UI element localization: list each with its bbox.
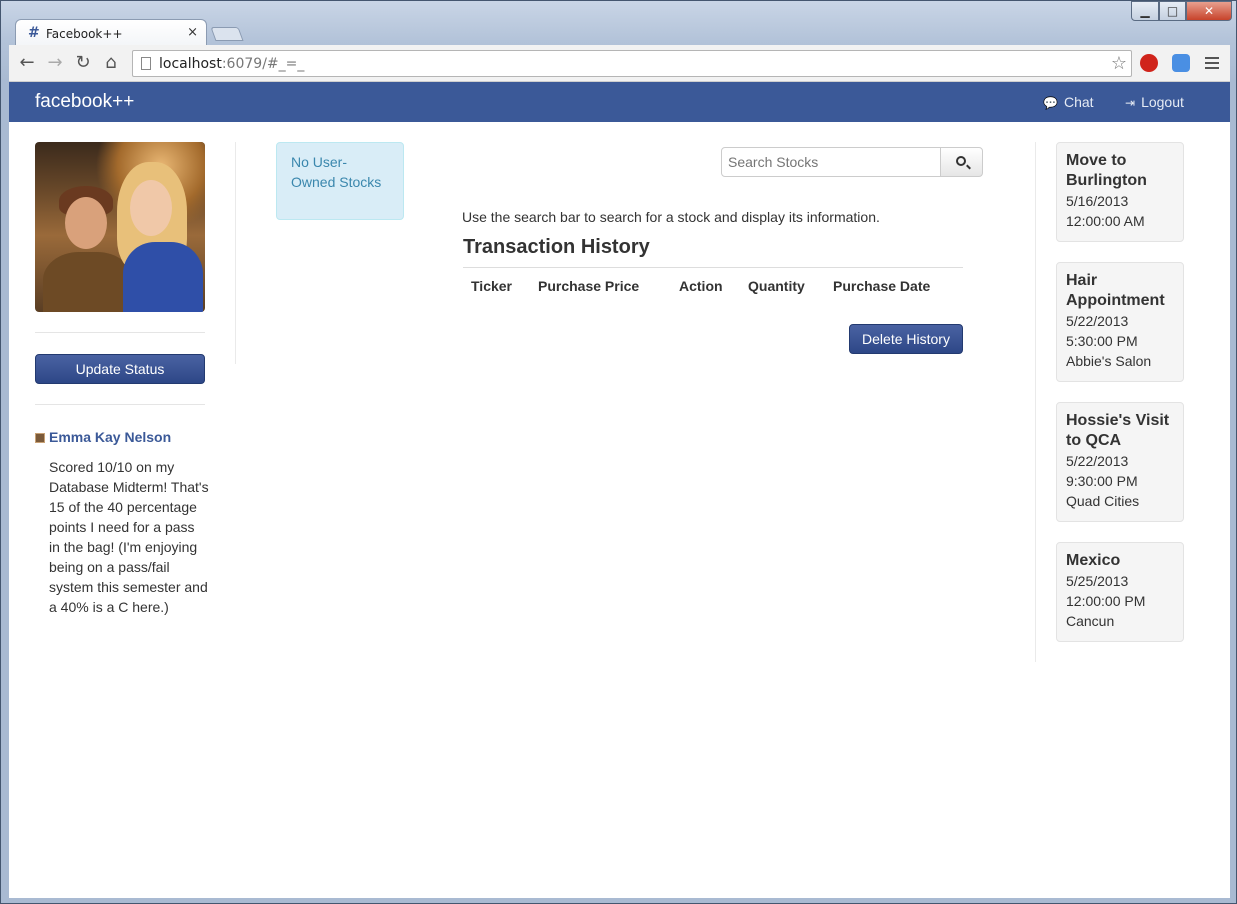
back-arrow-icon[interactable]: ←	[17, 53, 37, 73]
event-card[interactable]: Hossie's Visit to QCA 5/22/2013 9:30:00 …	[1056, 402, 1184, 522]
update-status-button[interactable]: Update Status	[35, 354, 205, 384]
logout-link[interactable]: ⇥ Logout	[1125, 94, 1184, 110]
column-header-quantity: Quantity	[748, 278, 805, 294]
browser-tab[interactable]: # Facebook++ ×	[15, 19, 207, 46]
cloud-extension-icon[interactable]	[1172, 54, 1190, 72]
chat-icon: 💬	[1043, 96, 1058, 110]
column-divider	[235, 142, 236, 364]
reload-icon[interactable]: ↻	[73, 53, 93, 73]
column-header-action: Action	[679, 278, 723, 294]
logout-icon: ⇥	[1125, 96, 1136, 110]
top-navbar: facebook++ 💬 Chat ⇥ Logout	[9, 82, 1230, 122]
table-top-border	[463, 267, 963, 268]
divider	[35, 332, 205, 333]
minimize-button[interactable]: ▁	[1131, 1, 1159, 21]
close-window-button[interactable]: ✕	[1186, 1, 1232, 21]
page-viewport: facebook++ 💬 Chat ⇥ Logout Update Status E…	[9, 82, 1230, 898]
search-button[interactable]	[940, 147, 983, 177]
tab-close-icon[interactable]: ×	[187, 25, 198, 40]
url-text: localhost:6079/#_=_	[159, 56, 305, 72]
search-stocks-input[interactable]	[721, 147, 941, 177]
author-avatar-icon	[35, 433, 45, 443]
owned-stocks-alert: No User-Owned Stocks	[276, 142, 404, 220]
event-card[interactable]: Move to Burlington 5/16/2013 12:00:00 AM	[1056, 142, 1184, 242]
browser-window: # Facebook++ × ▁ □ ✕ ← → ↻ ⌂ localhost:6…	[0, 0, 1237, 904]
adblock-extension-icon[interactable]	[1140, 54, 1158, 72]
menu-icon[interactable]	[1205, 54, 1219, 72]
tab-title: Facebook++	[46, 27, 123, 41]
column-header-purchase-date: Purchase Date	[833, 278, 931, 294]
home-icon[interactable]: ⌂	[101, 53, 121, 73]
divider	[35, 404, 205, 405]
event-card[interactable]: Mexico 5/25/2013 12:00:00 PM Cancun	[1056, 542, 1184, 642]
event-card[interactable]: Hair Appointment 5/22/2013 5:30:00 PM Ab…	[1056, 262, 1184, 382]
maximize-button[interactable]: □	[1159, 1, 1186, 21]
browser-toolbar: ← → ↻ ⌂ localhost:6079/#_=_ ☆	[9, 45, 1230, 82]
column-header-ticker: Ticker	[471, 278, 512, 294]
address-bar[interactable]: localhost:6079/#_=_ ☆	[132, 50, 1132, 77]
chat-link[interactable]: 💬 Chat	[1043, 94, 1094, 110]
delete-history-button[interactable]: Delete History	[849, 324, 963, 354]
bookmark-star-icon[interactable]: ☆	[1111, 53, 1127, 74]
hash-favicon-icon: #	[28, 25, 40, 41]
brand-logo[interactable]: facebook++	[35, 91, 134, 113]
transaction-history-title: Transaction History	[463, 236, 650, 258]
page-icon	[141, 57, 151, 70]
title-bar: # Facebook++ × ▁ □ ✕	[1, 1, 1236, 46]
status-text: Scored 10/10 on my Database Midterm! Tha…	[49, 459, 209, 615]
column-divider	[1035, 142, 1036, 662]
search-icon	[956, 156, 966, 166]
new-tab-button[interactable]	[210, 27, 244, 41]
status-author[interactable]: Emma Kay Nelson	[35, 429, 171, 445]
search-instructions: Use the search bar to search for a stock…	[462, 209, 880, 225]
forward-arrow-icon[interactable]: →	[45, 53, 65, 73]
profile-photo[interactable]	[35, 142, 205, 312]
column-header-purchase-price: Purchase Price	[538, 278, 640, 294]
